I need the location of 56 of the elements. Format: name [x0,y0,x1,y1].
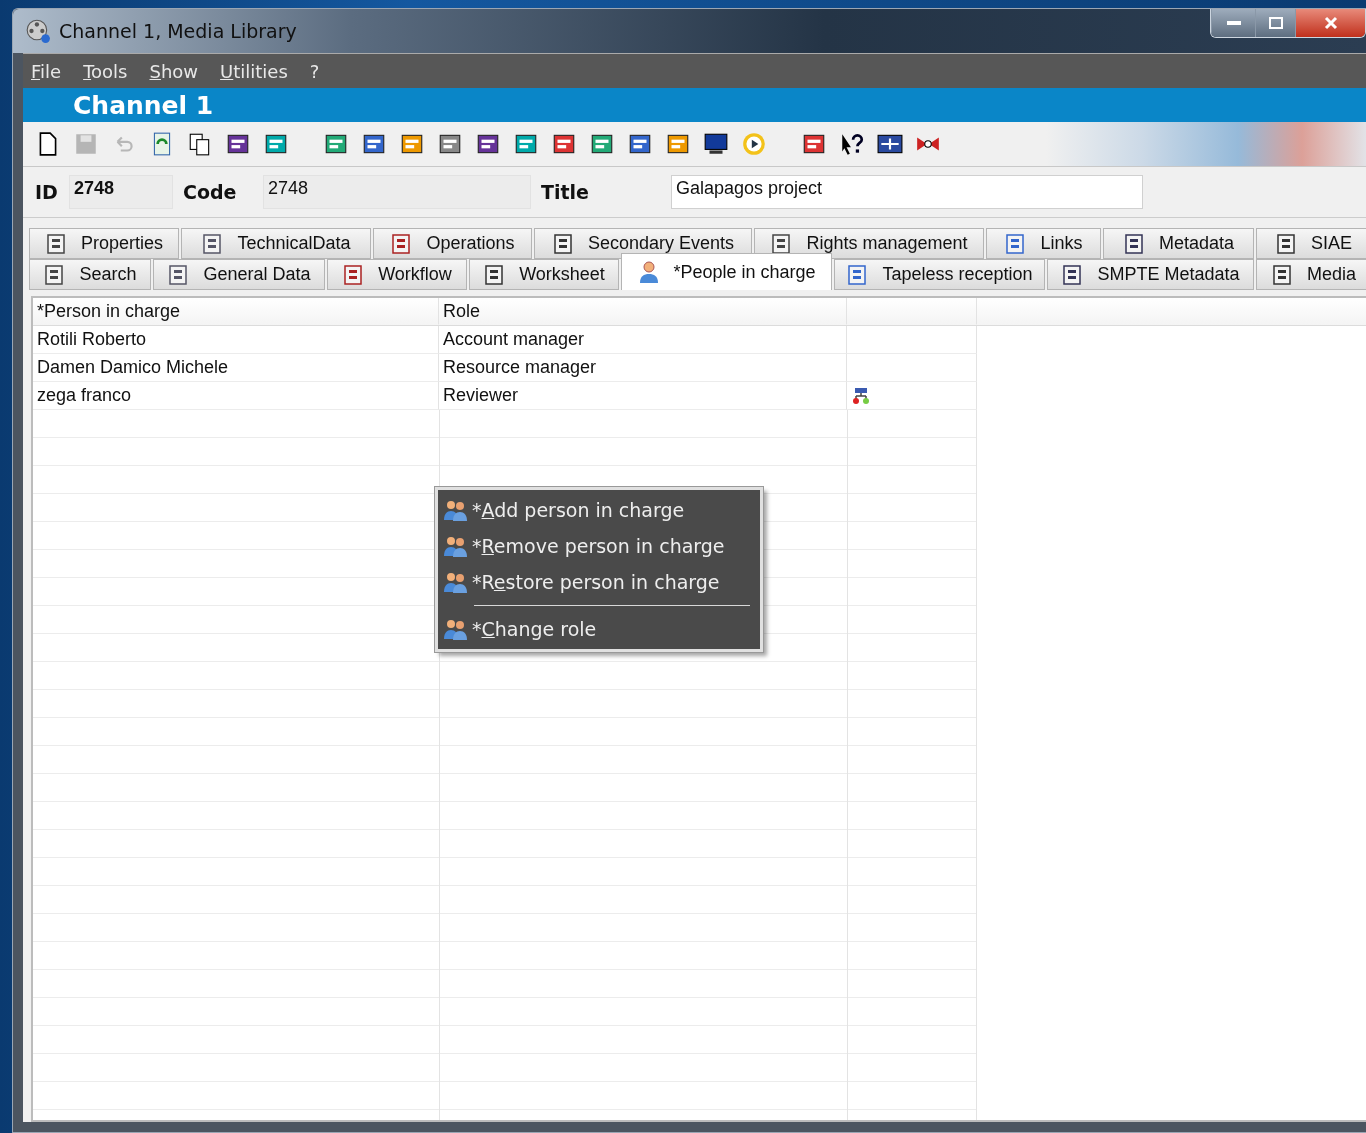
table-cell: Reviewer [439,382,847,410]
tab[interactable]: Worksheet [469,259,619,290]
channel-title: Channel 1 [73,90,214,120]
tab[interactable]: Metadata [1103,228,1254,259]
minimize-button[interactable] [1211,9,1255,37]
workflow-icon [851,386,871,405]
menu-item[interactable]: Show [149,60,199,82]
people-icon [442,570,470,594]
toolbar-icon [741,131,767,157]
tab[interactable]: Properties [29,228,179,259]
tab[interactable]: *People in charge [621,253,832,290]
menu-item[interactable]: *Restore person in charge [438,564,760,600]
menu-item[interactable]: Tools [83,60,128,82]
people-icon [442,617,470,641]
menu-item[interactable]: *Change role [438,611,760,647]
tab[interactable]: TechnicalData [181,228,371,259]
film-reel-icon [25,18,51,44]
close-icon [1323,16,1338,30]
help-pointer-icon [839,131,865,157]
people-icon [442,534,470,558]
column-header[interactable]: *Person in charge [33,298,439,325]
column-header[interactable]: Role [439,298,847,325]
tab[interactable]: Tapeless reception [834,259,1045,290]
maximize-icon [1268,17,1283,29]
tab[interactable]: Workflow [327,259,467,290]
table-cell: Rotili Roberto [33,326,439,354]
toolbar-icon [703,131,729,157]
people-icon [442,498,470,522]
toolbar-icon [73,131,99,157]
table-cell: zega franco [33,382,439,410]
tab[interactable]: SIAE [1256,228,1366,259]
menu-item[interactable]: *Add person in charge [438,492,760,528]
table-cell: Damen Damico Michele [33,354,439,382]
table-cell: Account manager [439,326,847,354]
title-field[interactable]: Galapagos project [671,175,1143,209]
tab[interactable]: General Data [153,259,325,290]
field-label: Code [183,181,238,203]
menu-item[interactable]: File [31,60,62,82]
tab[interactable]: Search [29,259,151,290]
tab[interactable]: Links [986,228,1101,259]
menu-item[interactable]: *Remove person in charge [438,528,760,564]
close-button[interactable] [1295,9,1365,37]
minimize-icon [1226,21,1241,25]
menu-item[interactable]: ? [309,60,320,82]
tab[interactable]: SMPTE Metadata [1047,259,1254,290]
tab[interactable]: Rights management [754,228,984,259]
field-label: Title [541,181,590,203]
tab[interactable]: Media [1256,259,1366,290]
window-title: Channel 1, Media Library [59,20,297,42]
maximize-button[interactable] [1255,9,1295,37]
table-cell: Resource manager [439,354,847,382]
code-field[interactable]: 2748 [263,175,531,209]
menu-item[interactable]: Utilities [220,60,288,82]
field-label: ID [35,181,59,203]
id-field[interactable]: 2748 [69,175,173,209]
tab[interactable]: Operations [373,228,532,259]
